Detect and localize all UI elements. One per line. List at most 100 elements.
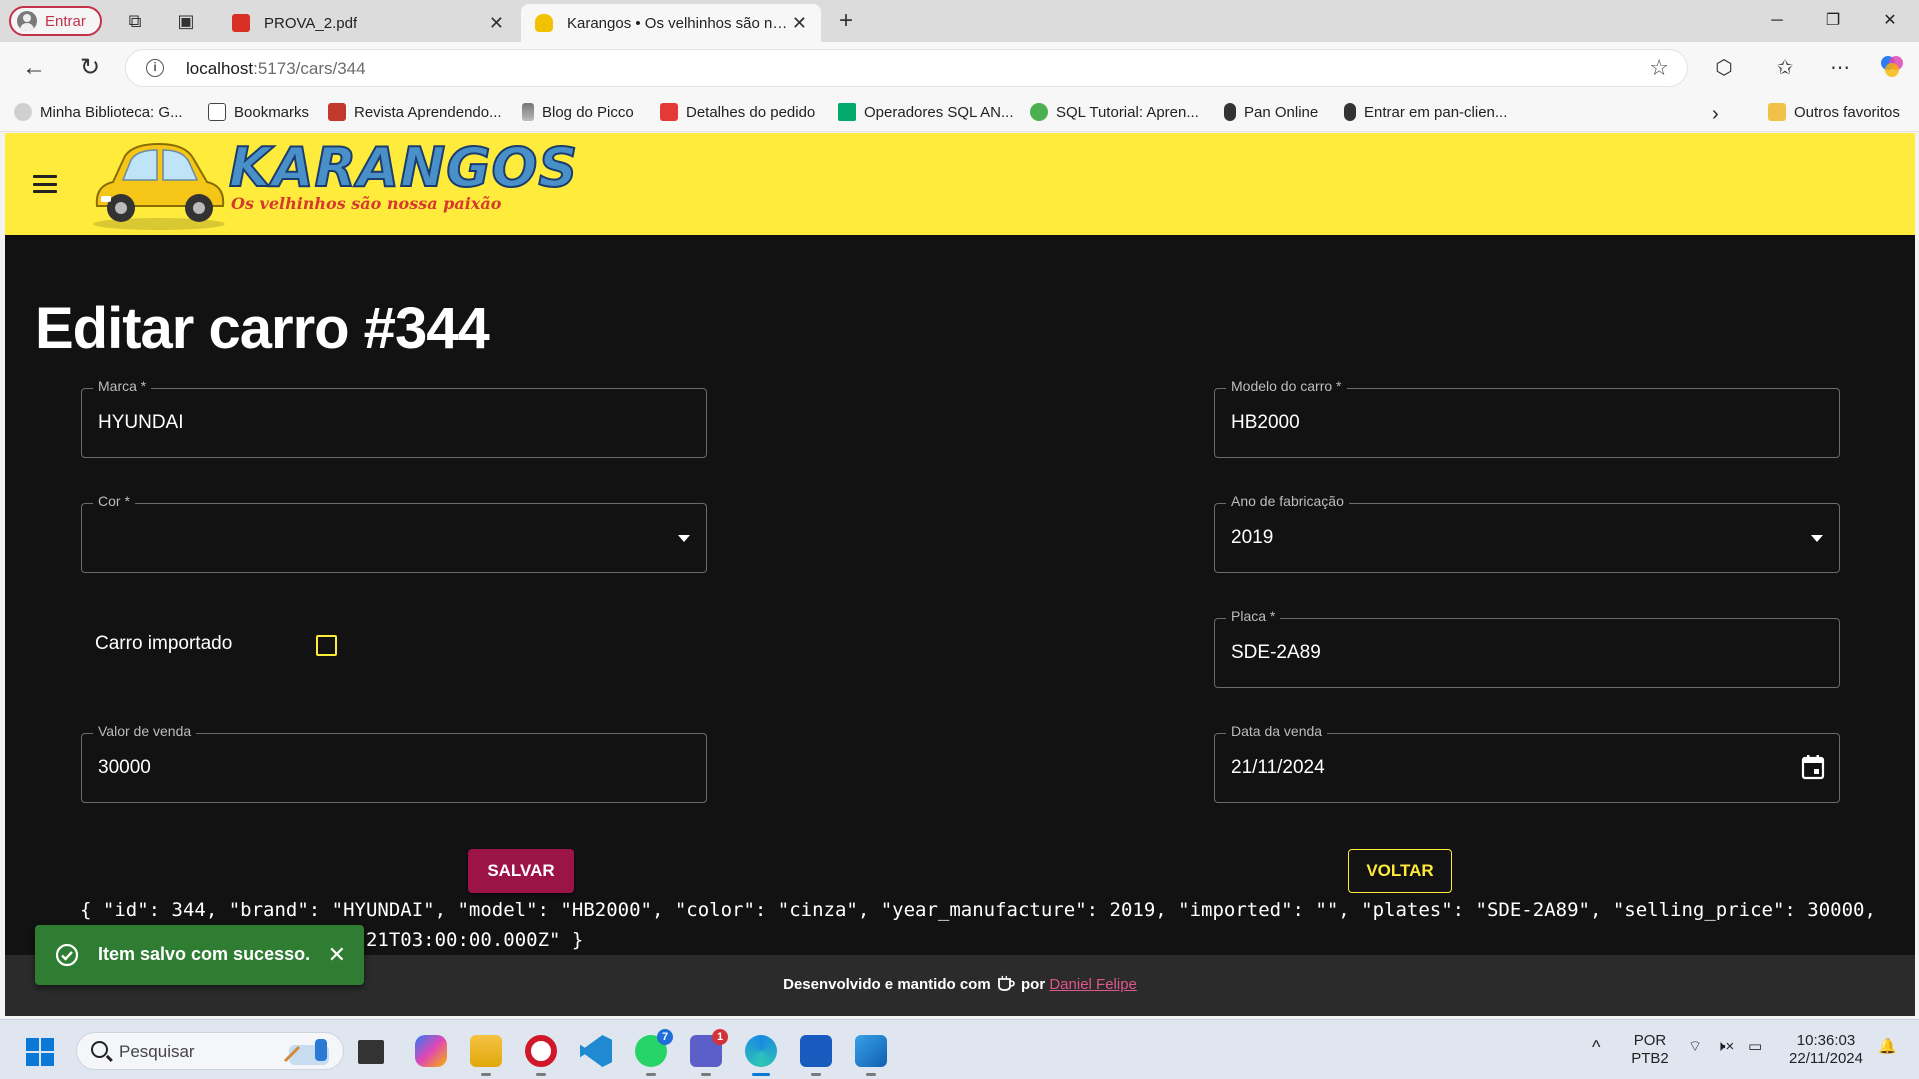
volume-muted-icon[interactable]: 🕨× bbox=[1716, 1038, 1734, 1056]
karangos-logo: KARANGOS Os velhinhos são nossa paixão bbox=[89, 135, 578, 232]
task-view-icon[interactable] bbox=[358, 1040, 384, 1064]
brand-value: HYUNDAI bbox=[98, 412, 184, 433]
pan-icon bbox=[1224, 103, 1236, 121]
price-field[interactable]: Valor de venda 30000 bbox=[81, 723, 707, 803]
clock[interactable]: 10:36:03 22/11/2024 bbox=[1786, 1032, 1866, 1068]
check-circle-icon bbox=[55, 943, 79, 967]
close-window-icon[interactable]: ✕ bbox=[1866, 8, 1914, 34]
word-icon[interactable] bbox=[800, 1035, 832, 1076]
model-value: HB2000 bbox=[1231, 412, 1300, 433]
new-tab-icon[interactable]: + bbox=[835, 9, 857, 33]
windows-start-icon[interactable] bbox=[26, 1038, 54, 1066]
file-explorer-icon[interactable] bbox=[470, 1035, 502, 1076]
teams-icon[interactable]: 1 bbox=[690, 1029, 728, 1076]
cloud-icon bbox=[14, 103, 32, 121]
edge-icon[interactable] bbox=[745, 1035, 777, 1076]
more-menu-icon[interactable]: ⋯ bbox=[1825, 53, 1855, 83]
taskbar-search[interactable]: Pesquisar bbox=[76, 1032, 344, 1070]
address-bar[interactable]: i localhost:5173/cars/344 ☆ bbox=[125, 49, 1688, 87]
app-header: KARANGOS Os velhinhos são nossa paixão bbox=[5, 133, 1915, 235]
dropdown-arrow-icon bbox=[1811, 535, 1823, 542]
browser-tab-strip: Entrar ⧉ ▣ PROVA_2.pdf ✕ Karangos • Os v… bbox=[0, 0, 1919, 42]
close-snackbar-icon[interactable]: ✕ bbox=[328, 942, 346, 968]
vscode-icon[interactable] bbox=[580, 1035, 612, 1067]
author-link[interactable]: Daniel Felipe bbox=[1049, 976, 1137, 993]
plates-field[interactable]: Placa * SDE-2A89 bbox=[1214, 608, 1840, 688]
bookmarks-bar: Minha Biblioteca: G... Bookmarks Revista… bbox=[0, 94, 1919, 132]
opera-icon[interactable] bbox=[525, 1035, 557, 1076]
browser-toolbar: ← ↻ i localhost:5173/cars/344 ☆ ⬡ ✩ ⋯ bbox=[0, 42, 1919, 94]
yellow-car-icon bbox=[93, 142, 225, 230]
bookmark-item[interactable]: Detalhes do pedido bbox=[660, 103, 815, 121]
snackbar-message: Item salvo com sucesso. bbox=[98, 944, 311, 964]
photos-icon[interactable] bbox=[855, 1035, 887, 1076]
chevron-right-icon[interactable]: › bbox=[1712, 103, 1719, 126]
favorite-star-icon[interactable]: ☆ bbox=[1649, 55, 1669, 81]
avatar-icon bbox=[17, 11, 37, 31]
year-select[interactable]: Ano de fabricação 2019 bbox=[1214, 493, 1840, 573]
site-info-icon[interactable]: i bbox=[146, 59, 164, 77]
back-arrow-icon[interactable]: ← bbox=[20, 54, 48, 82]
date-field[interactable]: Data da venda 21/11/2024 bbox=[1214, 723, 1840, 803]
close-tab-icon[interactable]: ✕ bbox=[792, 13, 807, 34]
logo-title: KARANGOS bbox=[228, 135, 579, 200]
language-indicator[interactable]: POR PTB2 bbox=[1628, 1032, 1672, 1068]
plates-value: SDE-2A89 bbox=[1231, 642, 1321, 663]
car-favicon-icon bbox=[535, 14, 553, 32]
bookmark-item[interactable]: Blog do Picco bbox=[522, 103, 634, 121]
tab-prova-pdf[interactable]: PROVA_2.pdf ✕ bbox=[218, 4, 518, 42]
profile-button[interactable]: Entrar bbox=[9, 6, 102, 36]
color-select[interactable]: Cor * bbox=[81, 493, 707, 573]
year-value: 2019 bbox=[1231, 527, 1274, 548]
calendar-icon[interactable] bbox=[1801, 754, 1825, 780]
copilot-app-icon[interactable] bbox=[415, 1035, 447, 1067]
dropdown-arrow-icon bbox=[678, 535, 690, 542]
bookmark-item[interactable]: Pan Online bbox=[1224, 103, 1318, 121]
restore-icon[interactable]: ❐ bbox=[1809, 8, 1857, 34]
tab-title: Karangos • Os velhinhos são nossa paixão bbox=[567, 14, 792, 32]
price-label: Valor de venda bbox=[93, 723, 197, 739]
plates-label: Placa * bbox=[1226, 608, 1281, 624]
brand-field[interactable]: Marca * HYUNDAI bbox=[81, 378, 707, 458]
bookmark-item[interactable]: Entrar em pan-clien... bbox=[1344, 103, 1507, 121]
battery-icon[interactable]: ▭ bbox=[1748, 1038, 1762, 1056]
url-text: localhost:5173/cars/344 bbox=[186, 59, 366, 78]
model-label: Modelo do carro * bbox=[1226, 378, 1347, 394]
windows-taskbar: Pesquisar 7 1 ^ POR PTB2 ⌔ 🕨× ▭ 10:36:03 2… bbox=[0, 1019, 1919, 1079]
whatsapp-icon[interactable]: 7 bbox=[635, 1029, 673, 1076]
sql-icon bbox=[1030, 103, 1048, 121]
favorites-icon[interactable]: ✩ bbox=[1770, 53, 1800, 83]
extensions-icon[interactable]: ⬡ bbox=[1709, 53, 1739, 83]
pan-icon bbox=[1344, 103, 1356, 121]
date-value: 21/11/2024 bbox=[1231, 757, 1325, 778]
page-title: Editar carro #344 bbox=[35, 296, 490, 361]
save-button[interactable]: SALVAR bbox=[468, 849, 574, 893]
minimize-icon[interactable]: ─ bbox=[1753, 8, 1801, 34]
back-button[interactable]: VOLTAR bbox=[1348, 849, 1452, 893]
model-field[interactable]: Modelo do carro * HB2000 bbox=[1214, 378, 1840, 458]
bookmark-item[interactable]: Bookmarks bbox=[208, 103, 309, 121]
bookmark-item[interactable]: Minha Biblioteca: G... bbox=[14, 103, 183, 121]
search-icon bbox=[91, 1041, 108, 1058]
color-label: Cor * bbox=[93, 493, 135, 509]
whatsapp-badge: 7 bbox=[657, 1029, 673, 1045]
workspaces-icon[interactable]: ⧉ bbox=[124, 10, 146, 32]
copilot-icon[interactable] bbox=[1877, 53, 1907, 83]
shop-icon bbox=[660, 103, 678, 121]
reload-icon[interactable]: ↻ bbox=[76, 54, 104, 82]
other-favorites[interactable]: Outros favoritos bbox=[1768, 103, 1900, 121]
wifi-icon[interactable]: ⌔ bbox=[1688, 1038, 1702, 1056]
close-tab-icon[interactable]: ✕ bbox=[489, 13, 504, 34]
chevron-up-icon[interactable]: ^ bbox=[1592, 1038, 1600, 1056]
tab-karangos[interactable]: Karangos • Os velhinhos são nossa paixão… bbox=[521, 4, 821, 42]
search-highlight-icon bbox=[283, 1039, 329, 1065]
bookmark-item[interactable]: Revista Aprendendo... bbox=[328, 103, 502, 121]
vertical-tabs-icon[interactable]: ▣ bbox=[175, 10, 197, 32]
notifications-bell-icon[interactable]: 🔔 bbox=[1878, 1038, 1897, 1056]
hamburger-menu-icon[interactable] bbox=[33, 175, 57, 193]
teams-badge: 1 bbox=[712, 1029, 728, 1045]
bookmark-item[interactable]: Operadores SQL AN... bbox=[838, 103, 1014, 121]
bookmark-item[interactable]: SQL Tutorial: Apren... bbox=[1030, 103, 1199, 121]
imported-checkbox[interactable] bbox=[316, 635, 337, 656]
book-icon bbox=[328, 103, 346, 121]
